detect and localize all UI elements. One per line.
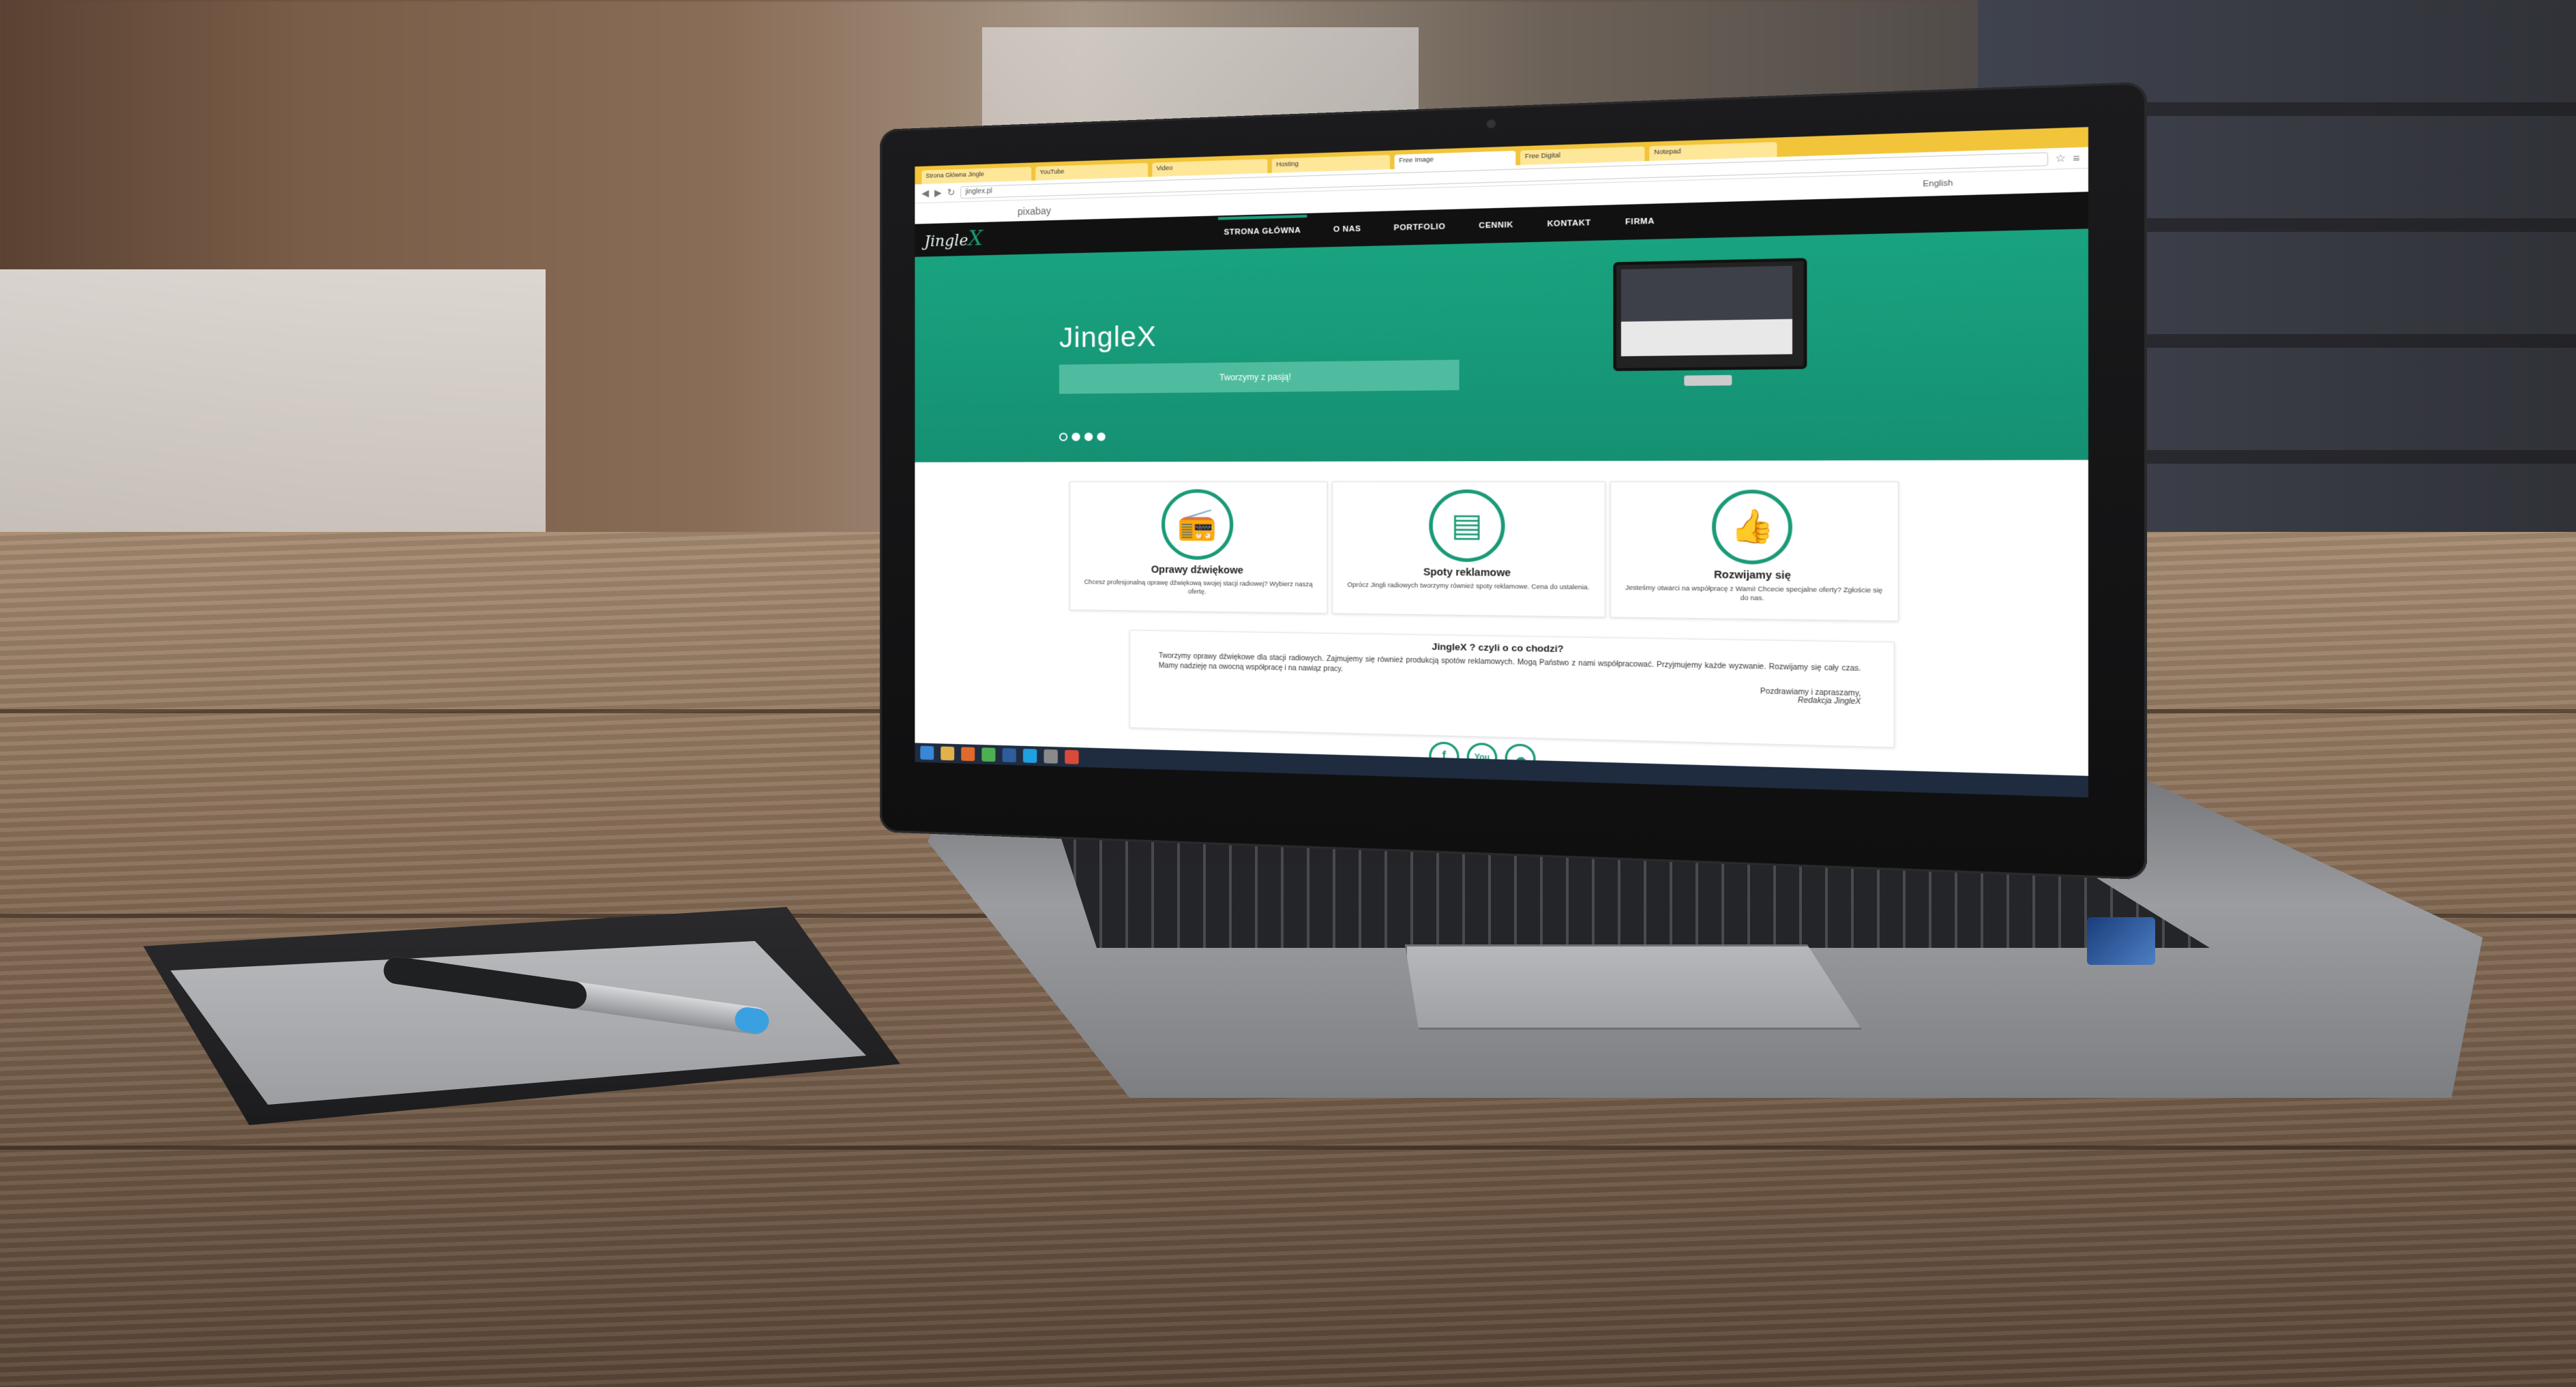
forward-arrow-icon[interactable]: ▶ bbox=[934, 187, 942, 198]
feature-title: Spoty reklamowe bbox=[1423, 565, 1511, 579]
slider-dot[interactable] bbox=[1084, 432, 1093, 441]
chrome-icon[interactable] bbox=[981, 747, 996, 762]
laptop-screen: Strona Główna Jingle YouTube Video Hosti… bbox=[915, 127, 2088, 798]
nav-item-pricing[interactable]: CENNIK bbox=[1472, 209, 1520, 242]
webcam bbox=[1486, 119, 1496, 129]
skype-icon[interactable] bbox=[1023, 748, 1037, 763]
hero-banner: JingleX Tworzymy z pasją! bbox=[915, 228, 2088, 462]
explorer-icon[interactable] bbox=[941, 746, 955, 761]
reload-icon[interactable]: ↻ bbox=[947, 187, 956, 198]
start-icon[interactable] bbox=[920, 745, 934, 760]
feature-text: Oprócz Jingli radiowych tworzymy również… bbox=[1347, 581, 1590, 591]
app-icon[interactable] bbox=[1043, 749, 1058, 764]
firefox-icon[interactable] bbox=[961, 747, 975, 762]
photoshop-icon[interactable] bbox=[1002, 748, 1016, 762]
nav-item-about[interactable]: O NAS bbox=[1327, 213, 1367, 245]
back-arrow-icon[interactable]: ◀ bbox=[921, 188, 929, 199]
feature-title: Rozwijamy się bbox=[1713, 568, 1791, 582]
feature-card[interactable]: 👍 Rozwijamy się Jesteśmy otwarci na wspó… bbox=[1610, 481, 1899, 622]
laptop-lid: Strona Główna Jingle YouTube Video Hosti… bbox=[880, 81, 2147, 880]
about-section: JingleX ? czyli o co chodzi? Tworzymy op… bbox=[1129, 629, 1895, 748]
slider-dot[interactable] bbox=[1097, 432, 1106, 441]
hero-tagline: Tworzymy z pasją! bbox=[1059, 359, 1460, 394]
feature-text: Chcesz profesjonalną oprawę dźwiękową sw… bbox=[1084, 578, 1313, 595]
monitor-stand bbox=[1684, 374, 1732, 386]
background-panel bbox=[0, 269, 546, 569]
language-selector[interactable]: English bbox=[1923, 179, 1953, 189]
monitor-illustration bbox=[1613, 258, 1807, 372]
slider-dot[interactable] bbox=[1059, 432, 1068, 441]
nav-item-company[interactable]: FIRMA bbox=[1619, 205, 1661, 239]
menu-icon[interactable]: ≡ bbox=[2073, 151, 2079, 164]
desk-plank-seam bbox=[0, 1146, 2576, 1150]
nav-item-home[interactable]: STRONA GŁÓWNA bbox=[1218, 214, 1307, 249]
signature-name: Redakcja JingleX bbox=[1797, 696, 1861, 706]
bookmark-link[interactable]: pixabay bbox=[1018, 205, 1051, 218]
nav-item-portfolio[interactable]: PORTFOLIO bbox=[1388, 211, 1451, 244]
newspaper-icon: ▤ bbox=[1429, 489, 1505, 563]
nav-item-contact[interactable]: KONTAKT bbox=[1541, 207, 1597, 240]
daw-screen-illustration bbox=[1620, 265, 1792, 357]
slider-dots bbox=[1059, 432, 1106, 441]
feature-card[interactable]: 📻 Oprawy dźwiękowe Chcesz profesjonalną … bbox=[1069, 481, 1328, 614]
laptop-sticker bbox=[2087, 917, 2155, 965]
app-icon[interactable] bbox=[1065, 749, 1079, 764]
logo-x: X bbox=[968, 226, 983, 251]
hero-title: JingleX bbox=[1059, 321, 1157, 354]
site-logo[interactable]: JingleX bbox=[924, 224, 999, 254]
star-icon[interactable]: ☆ bbox=[2055, 151, 2066, 165]
slider-dot-active[interactable] bbox=[1071, 432, 1080, 441]
feature-card[interactable]: ▤ Spoty reklamowe Oprócz Jingli radiowyc… bbox=[1332, 481, 1605, 618]
feature-cards: 📻 Oprawy dźwiękowe Chcesz profesjonalną … bbox=[1069, 481, 1899, 622]
logo-text: Jingle bbox=[924, 232, 968, 251]
radio-icon: 📻 bbox=[1161, 489, 1233, 561]
feature-title: Oprawy dźwiękowe bbox=[1151, 563, 1244, 576]
feature-text: Jesteśmy otwarci na współpracę z Wami! C… bbox=[1625, 584, 1883, 602]
laptop-touchpad bbox=[1405, 944, 1862, 1030]
photo-scene: Strona Główna Jingle YouTube Video Hosti… bbox=[0, 0, 2576, 1387]
thumbs-up-icon: 👍 bbox=[1712, 490, 1793, 565]
